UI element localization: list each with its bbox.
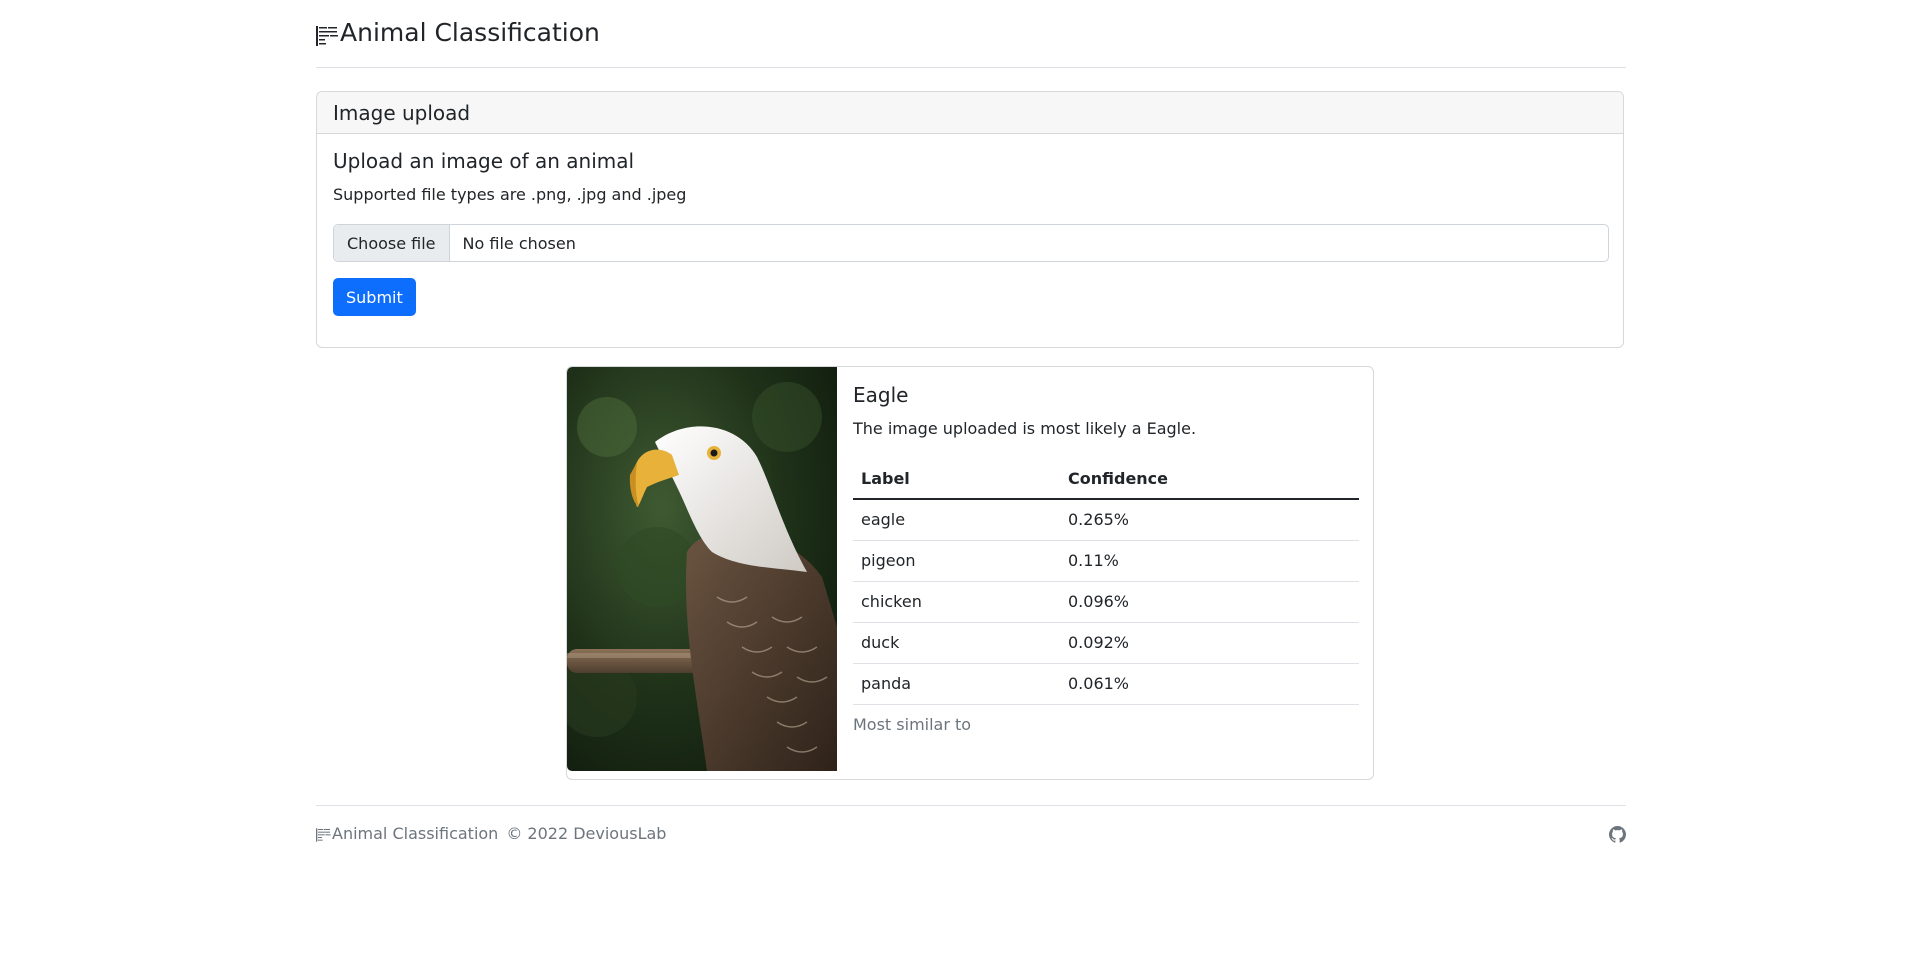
row-label: chicken [853,581,1060,623]
table-row: pigeon 0.11% [853,540,1359,582]
confidence-table: Label Confidence eagle 0.265% pigeon 0.1… [853,459,1359,705]
grid-lines-icon [316,23,340,46]
result-description: The image uploaded is most likely a Eagl… [853,419,1197,438]
footer-brand: Animal Classification © 2022 DeviousLab [316,824,666,843]
brand-link[interactable]: Animal Classification [316,18,600,47]
brand-title: Animal Classification [340,18,600,47]
column-header-label: Label [853,459,1060,500]
submit-button[interactable]: Submit [333,278,416,316]
footer-copyright: © 2022 DeviousLab [506,824,667,843]
table-header-row: Label Confidence [853,459,1359,500]
row-confidence: 0.061% [1060,663,1359,705]
row-confidence: 0.092% [1060,622,1359,664]
github-icon[interactable] [1609,826,1626,843]
result-footer-text: Most similar to [853,715,972,734]
table-row: duck 0.092% [853,622,1359,664]
row-confidence: 0.265% [1060,499,1359,541]
file-status: No file chosen [462,233,576,253]
grid-lines-icon [316,827,332,842]
result-card: Eagle The image uploaded is most likely … [566,366,1374,780]
row-confidence: 0.096% [1060,581,1359,623]
upload-title: Upload an image of an animal [333,149,635,173]
choose-file-button[interactable]: Choose file [334,225,450,261]
upload-subtitle: Supported file types are .png, .jpg and … [333,185,687,204]
result-image [567,367,837,771]
result-title: Eagle [853,383,909,407]
row-label: pigeon [853,540,1060,582]
file-input[interactable]: Choose file No file chosen [333,224,1609,262]
footer-brand-title: Animal Classification [332,824,499,843]
site-footer: Animal Classification © 2022 DeviousLab [316,805,1626,866]
row-label: eagle [853,499,1060,541]
column-header-confidence: Confidence [1060,459,1359,500]
upload-card-header: Image upload [317,92,1623,134]
page-container: Animal Classification Image upload Uploa… [316,0,1626,843]
table-row: eagle 0.265% [853,499,1359,541]
row-confidence: 0.11% [1060,540,1359,582]
table-row: panda 0.061% [853,663,1359,705]
upload-card: Image upload Upload an image of an anima… [316,91,1624,348]
row-label: panda [853,663,1060,705]
row-label: duck [853,622,1060,664]
table-row: chicken 0.096% [853,581,1359,623]
site-header: Animal Classification [316,0,1626,68]
